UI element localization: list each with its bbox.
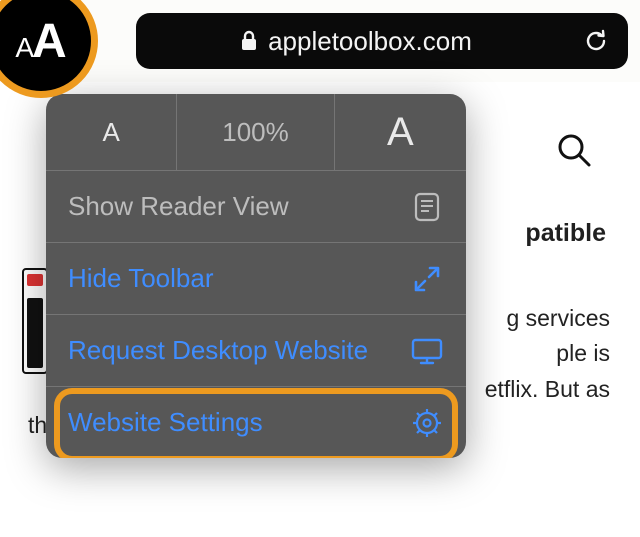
zoom-row: A 100% A: [46, 94, 466, 170]
search-button[interactable]: [554, 130, 594, 175]
request-desktop-label: Request Desktop Website: [68, 335, 368, 366]
zoom-percent-text: 100%: [222, 117, 289, 148]
aa-icon: AA: [15, 14, 66, 69]
reload-button[interactable]: [576, 27, 616, 55]
page-format-popover: A 100% A Show Reader View Hide Toolbar: [46, 94, 466, 458]
website-settings-label: Website Settings: [68, 407, 263, 438]
desktop-icon: [410, 337, 444, 365]
expand-icon: [410, 265, 444, 293]
search-icon: [554, 130, 594, 170]
zoom-out-glyph: A: [102, 117, 119, 148]
zoom-in-glyph: A: [387, 110, 414, 155]
url-field[interactable]: appletoolbox.com: [136, 13, 628, 69]
address-bar: AA appletoolbox.com: [0, 0, 640, 82]
url-domain-text: appletoolbox.com: [268, 26, 472, 57]
zoom-percent[interactable]: 100%: [177, 94, 335, 170]
zoom-out-button[interactable]: A: [46, 94, 177, 170]
page-format-aa-button[interactable]: AA: [0, 0, 100, 82]
website-settings-row[interactable]: Website Settings: [46, 386, 466, 458]
hide-toolbar-row[interactable]: Hide Toolbar: [46, 242, 466, 314]
gear-icon: [410, 408, 444, 438]
request-desktop-row[interactable]: Request Desktop Website: [46, 314, 466, 386]
url-display: appletoolbox.com: [136, 26, 576, 57]
zoom-in-button[interactable]: A: [335, 94, 466, 170]
show-reader-view-label: Show Reader View: [68, 191, 289, 222]
reader-icon: [410, 192, 444, 222]
show-reader-view-row[interactable]: Show Reader View: [46, 170, 466, 242]
reload-icon: [582, 27, 610, 55]
lock-icon: [240, 30, 258, 52]
hide-toolbar-label: Hide Toolbar: [68, 263, 214, 294]
